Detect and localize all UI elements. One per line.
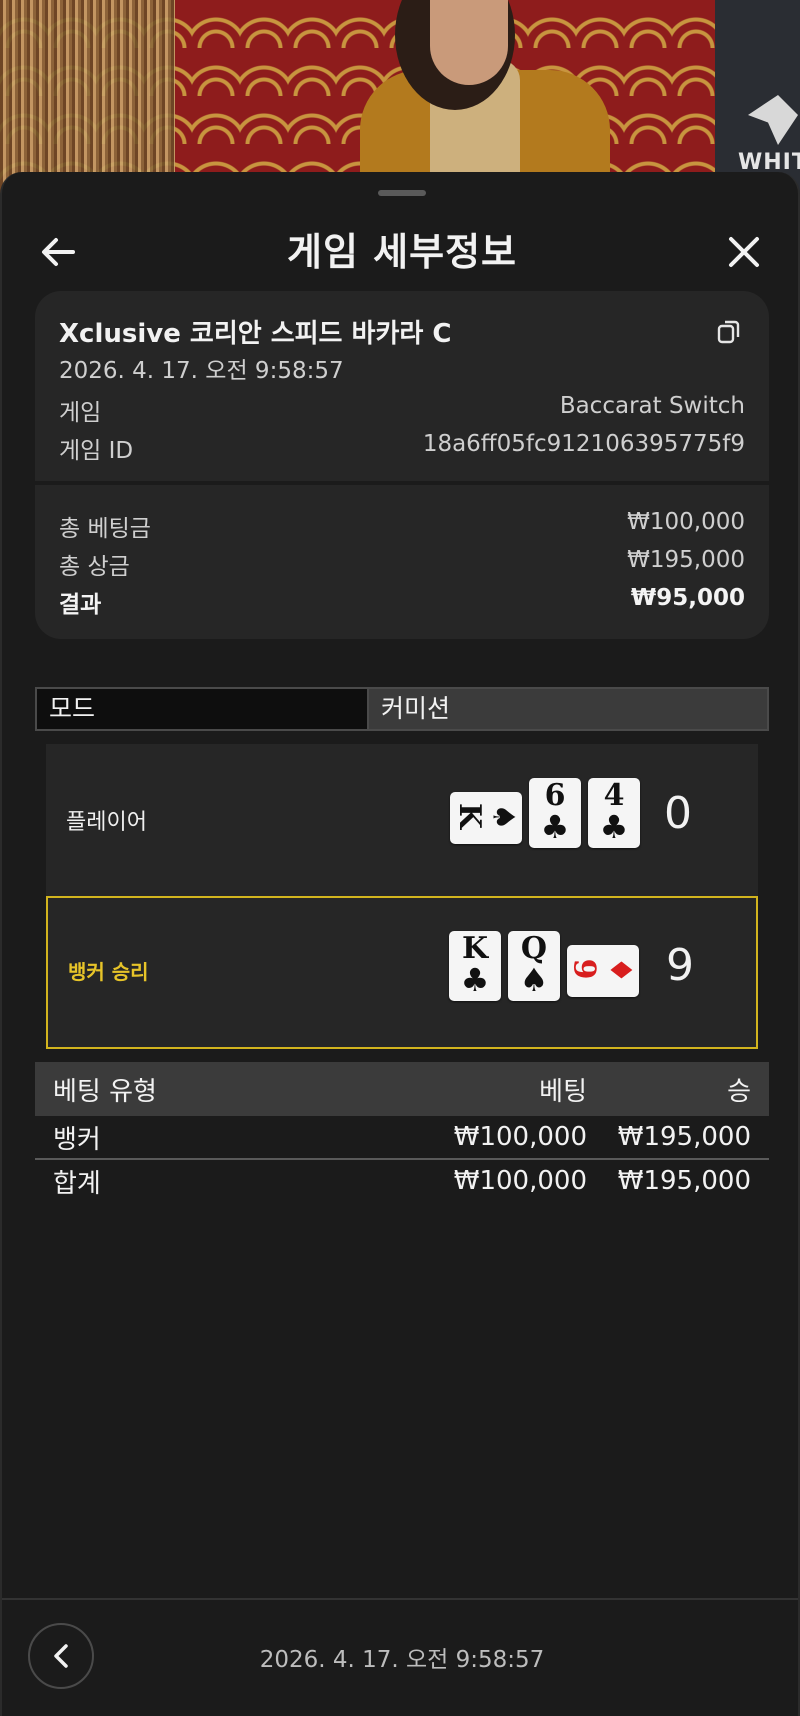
column-header-bet: 베팅 (539, 1076, 587, 1107)
total-label-cell: 합계 (53, 1168, 101, 1199)
card-suit: ♦ (602, 956, 638, 984)
win-amount-cell: ₩195,000 (617, 1122, 751, 1152)
bet-table-header: 베팅 유형 베팅 승 (35, 1062, 769, 1116)
table-name: Xclusive 코리안 스피드 바카라 C (59, 319, 452, 349)
page-title: 게임 세부정보 (287, 230, 517, 274)
column-header-win: 승 (727, 1076, 751, 1107)
video-curtain (0, 0, 175, 200)
back-button[interactable] (36, 230, 80, 274)
total-bet-cell: ₩100,000 (453, 1166, 587, 1196)
game-label: 게임 (59, 400, 102, 426)
total-win-cell: ₩195,000 (617, 1166, 751, 1196)
copy-icon (717, 320, 740, 344)
mode-label: 모드 (37, 689, 369, 729)
card-rank: K (452, 802, 488, 830)
game-id-value: 18a6ff05fc912106395775f9 (422, 431, 745, 457)
total-bet-label: 총 베팅금 (59, 516, 151, 542)
total-win-label: 총 상금 (59, 554, 130, 580)
card-suit: ♣ (460, 961, 490, 999)
game-id-label: 게임 ID (59, 438, 134, 464)
bet-type-cell: 뱅커 (53, 1124, 101, 1155)
mode-row: 모드 커미션 (35, 687, 769, 731)
game-info-card: Xclusive 코리안 스피드 바카라 C 2026. 4. 17. 오전 9… (35, 291, 769, 639)
column-header-bet-type: 베팅 유형 (53, 1076, 157, 1107)
game-value: Baccarat Switch (559, 393, 745, 419)
footer-datetime: 2026. 4. 17. 오전 9:58:57 (259, 1647, 545, 1673)
banker-win-label: 뱅커 승리 (68, 960, 149, 984)
card-rank: 9 (567, 958, 602, 980)
banker-card-3: 9 ♦ (567, 945, 639, 997)
banker-score: 9 (666, 940, 694, 991)
card-suit: ♣ (599, 808, 629, 846)
close-button[interactable] (722, 230, 766, 274)
player-hand-row: 플레이어 K ♠ 6 ♣ 4 ♣ 0 (46, 744, 758, 897)
player-label: 플레이어 (66, 810, 147, 835)
mode-value: 커미션 (369, 689, 767, 729)
banker-card-2: Q ♠ (508, 931, 560, 1001)
live-video-preview: WHIT (0, 0, 800, 200)
game-datetime: 2026. 4. 17. 오전 9:58:57 (59, 358, 344, 384)
player-card-2: 6 ♣ (529, 778, 581, 848)
card-suit: ♠ (485, 803, 521, 831)
bet-amount-cell: ₩100,000 (453, 1122, 587, 1152)
footer-divider (2, 1598, 798, 1600)
total-win-value: ₩195,000 (627, 547, 745, 573)
sheet-drag-handle[interactable] (378, 190, 426, 196)
player-score: 0 (664, 788, 692, 839)
arrow-left-icon (42, 238, 75, 266)
player-card-1: K ♠ (450, 792, 522, 844)
copy-button[interactable] (715, 317, 743, 345)
banker-card-1: K ♣ (449, 931, 501, 1001)
player-card-3: 4 ♣ (588, 778, 640, 848)
game-info-section: Xclusive 코리안 스피드 바카라 C 2026. 4. 17. 오전 9… (35, 291, 769, 481)
card-suit: ♣ (540, 808, 570, 846)
table-row: 뱅커 ₩100,000 ₩195,000 (35, 1116, 769, 1160)
result-label: 결과 (59, 592, 102, 618)
section-divider (35, 481, 769, 485)
card-suit: ♠ (519, 961, 549, 999)
dealer-face (430, 0, 508, 85)
banker-hand-row: 뱅커 승리 K ♣ Q ♠ 9 ♦ 9 (46, 896, 758, 1049)
result-value: ₩95,000 (630, 585, 745, 611)
bet-table: 베팅 유형 베팅 승 뱅커 ₩100,000 ₩195,000 합계 ₩100,… (35, 1062, 769, 1202)
table-total-row: 합계 ₩100,000 ₩195,000 (35, 1160, 769, 1202)
sheet-header: 게임 세부정보 (2, 212, 800, 292)
total-bet-value: ₩100,000 (627, 509, 745, 535)
close-icon (729, 237, 759, 267)
game-details-sheet: 게임 세부정보 Xclusive 코리안 스피드 바카라 C 2026. 4. … (0, 172, 800, 1716)
